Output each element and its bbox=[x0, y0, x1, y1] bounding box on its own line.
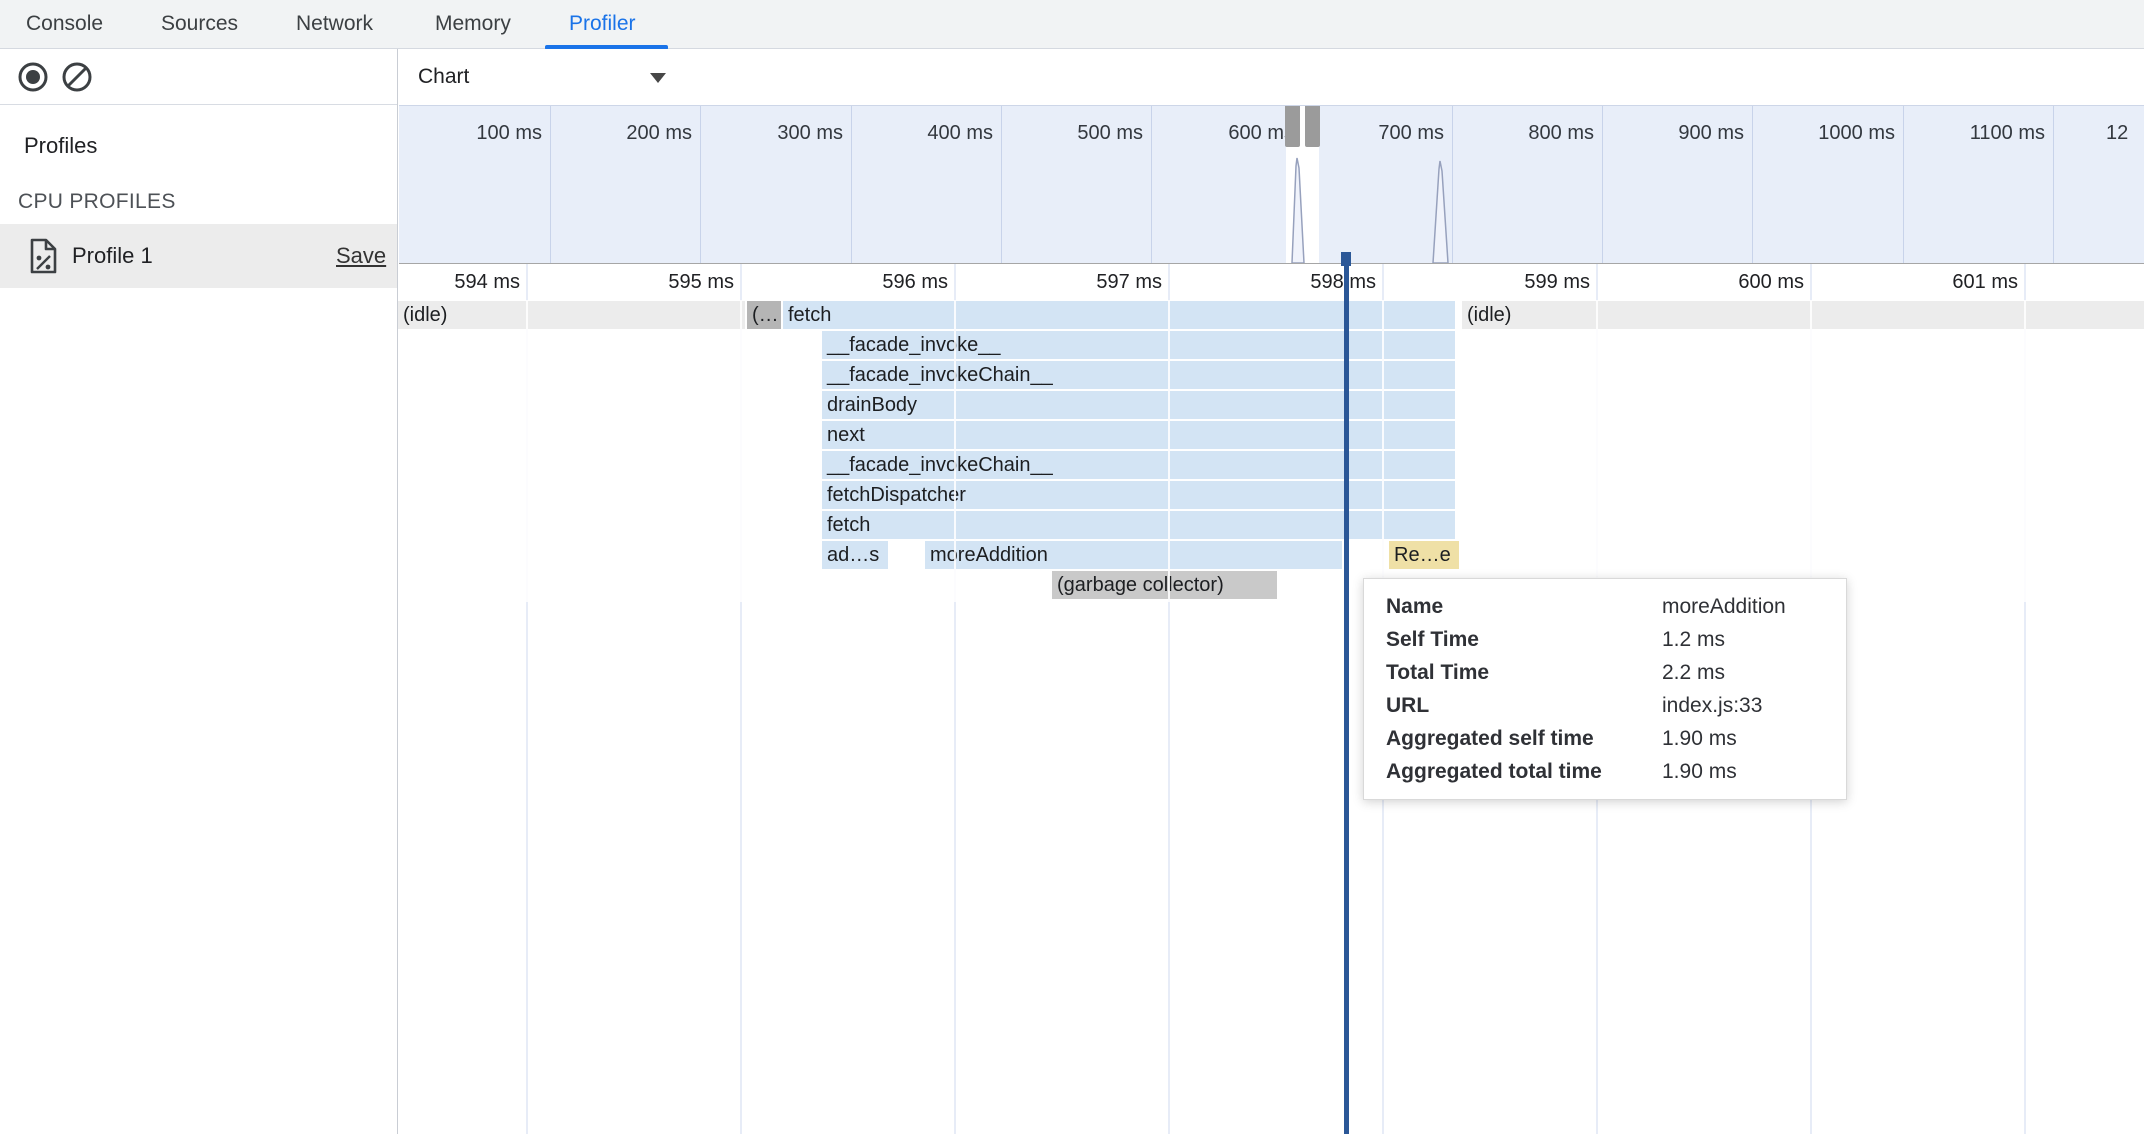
profile-document-icon bbox=[29, 238, 58, 279]
ruler-gridline-overlay bbox=[526, 300, 528, 602]
chevron-down-icon bbox=[650, 73, 666, 83]
view-mode-value: Chart bbox=[418, 65, 469, 88]
flame-frame[interactable]: (idle) bbox=[1462, 301, 2144, 329]
tooltip-row-label: URL bbox=[1386, 689, 1662, 722]
ruler-gridline-overlay bbox=[740, 300, 742, 602]
ruler-gridline-overlay bbox=[1382, 300, 1384, 602]
profiler-sidebar: Profiles CPU PROFILES Profile 1 Save bbox=[0, 49, 398, 1134]
clear-icon bbox=[61, 61, 93, 93]
flame-frame[interactable]: (garbage collector) bbox=[1052, 571, 1277, 599]
ruler-tick-label: 600 ms bbox=[1694, 269, 1804, 295]
flame-frame[interactable]: drainBody bbox=[822, 391, 1455, 419]
ruler-tick-label: 594 ms bbox=[410, 269, 520, 295]
tooltip-row-label: Aggregated self time bbox=[1386, 722, 1662, 755]
ruler-gridline-overlay bbox=[1168, 300, 1170, 602]
view-mode-select[interactable]: Chart bbox=[418, 49, 678, 105]
tab-console[interactable]: Console bbox=[26, 0, 103, 48]
tooltip-row-value: index.js:33 bbox=[1662, 689, 1762, 722]
cpu-activity-spikes bbox=[399, 106, 2144, 263]
flame-frame[interactable]: __facade_invokeChain__ bbox=[822, 451, 1455, 479]
tooltip-row-value: 1.2 ms bbox=[1662, 623, 1725, 656]
flame-frame[interactable]: Re…e bbox=[1389, 541, 1459, 569]
tab-network[interactable]: Network bbox=[296, 0, 373, 48]
flame-frame[interactable]: (idle) bbox=[398, 301, 745, 329]
flame-chart: NamemoreAdditionSelf Time1.2 msTotal Tim… bbox=[399, 264, 2144, 1134]
tab-sources[interactable]: Sources bbox=[161, 0, 238, 48]
timeline-overview[interactable]: 100 ms200 ms300 ms400 ms500 ms600 ms700 … bbox=[399, 105, 2144, 265]
tooltip-row: NamemoreAddition bbox=[1364, 590, 1846, 623]
tooltip-row-value: 1.90 ms bbox=[1662, 755, 1737, 788]
save-profile-link[interactable]: Save bbox=[336, 224, 386, 288]
tooltip-row-value: 2.2 ms bbox=[1662, 656, 1725, 689]
tooltip-row-value: 1.90 ms bbox=[1662, 722, 1737, 755]
tooltip-row: Aggregated total time1.90 ms bbox=[1364, 755, 1846, 788]
overview-left-handle[interactable] bbox=[1285, 106, 1300, 147]
profiles-heading: Profiles bbox=[24, 133, 97, 159]
ruler-tick-label: 597 ms bbox=[1052, 269, 1162, 295]
record-icon bbox=[17, 61, 49, 93]
ruler-gridline-overlay bbox=[1810, 300, 1812, 602]
flame-frame[interactable]: fetch bbox=[822, 511, 1455, 539]
flame-frame[interactable]: fetchDispatcher bbox=[822, 481, 1455, 509]
ruler-tick-label: 598 ms bbox=[1266, 269, 1376, 295]
tab-profiler[interactable]: Profiler bbox=[569, 0, 636, 48]
profiler-toolbar bbox=[0, 49, 397, 105]
devtools-tab-bar: Console Sources Network Memory Profiler bbox=[0, 0, 2144, 49]
devtools-profiler-panel: Console Sources Network Memory Profiler … bbox=[0, 0, 2144, 1134]
flame-frame[interactable]: __facade_invoke__ bbox=[822, 331, 1455, 359]
tab-memory[interactable]: Memory bbox=[435, 0, 511, 48]
ruler-gridline-overlay bbox=[954, 300, 956, 602]
ruler-tick-label: 601 ms bbox=[1908, 269, 2018, 295]
selection-marker-line bbox=[1344, 256, 1349, 1134]
flame-frame[interactable]: next bbox=[822, 421, 1455, 449]
ruler-tick-label: 595 ms bbox=[624, 269, 734, 295]
flame-frame[interactable]: fetch bbox=[783, 301, 1455, 329]
clear-button[interactable] bbox=[61, 61, 93, 93]
ruler-tick-label: 599 ms bbox=[1480, 269, 1590, 295]
tooltip-row: Total Time2.2 ms bbox=[1364, 656, 1846, 689]
tooltip-row-label: Aggregated total time bbox=[1386, 755, 1662, 788]
tooltip-row-value: moreAddition bbox=[1662, 590, 1786, 623]
ruler-tick-label: 596 ms bbox=[838, 269, 948, 295]
profile-list-item[interactable]: Profile 1 Save bbox=[0, 224, 397, 288]
cpu-profiles-section-label: CPU PROFILES bbox=[18, 190, 176, 214]
flame-frame[interactable]: __facade_invokeChain__ bbox=[822, 361, 1455, 389]
tooltip-row-label: Total Time bbox=[1386, 656, 1662, 689]
tooltip-row: URLindex.js:33 bbox=[1364, 689, 1846, 722]
overview-right-handle[interactable] bbox=[1305, 106, 1320, 147]
flame-chart-header: Chart bbox=[399, 49, 2144, 105]
tooltip-row-label: Name bbox=[1386, 590, 1662, 623]
ruler-gridline-overlay bbox=[2024, 300, 2026, 602]
profile-name: Profile 1 bbox=[72, 224, 153, 288]
flame-frame[interactable]: ad…s bbox=[822, 541, 888, 569]
flame-frame[interactable]: moreAddition bbox=[925, 541, 1342, 569]
flame-frame[interactable]: (… bbox=[747, 301, 781, 329]
ruler-gridline-overlay bbox=[1596, 300, 1598, 602]
tooltip-row-label: Self Time bbox=[1386, 623, 1662, 656]
record-button[interactable] bbox=[17, 61, 49, 93]
frame-details-tooltip: NamemoreAdditionSelf Time1.2 msTotal Tim… bbox=[1363, 578, 1847, 800]
tooltip-row: Self Time1.2 ms bbox=[1364, 623, 1846, 656]
tooltip-row: Aggregated self time1.90 ms bbox=[1364, 722, 1846, 755]
